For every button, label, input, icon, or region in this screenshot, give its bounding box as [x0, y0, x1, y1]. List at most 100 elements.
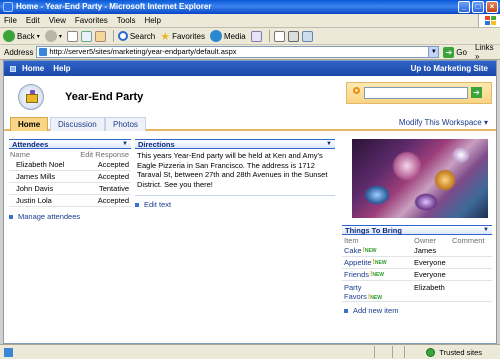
attendee-name[interactable]: Elizabeth Noel — [9, 160, 71, 169]
up-to-site-link[interactable]: Up to Marketing Site — [411, 64, 488, 73]
modify-workspace-menu[interactable]: Modify This Workspace ▾ — [399, 118, 488, 127]
table-row: Appetite !NEW Everyone — [342, 257, 492, 269]
attendees-title[interactable]: Attendees ▼ — [9, 139, 131, 149]
table-row: Cake !NEW James — [342, 245, 492, 257]
close-button[interactable]: × — [486, 1, 498, 13]
history-icon[interactable] — [250, 30, 262, 42]
things-title[interactable]: Things To Bring ▼ — [342, 225, 492, 235]
item-appetite-link[interactable]: Appetite !NEW — [342, 258, 414, 267]
webpart-menu-icon[interactable]: ▼ — [122, 140, 128, 149]
attendee-name[interactable]: James Mills — [9, 172, 71, 181]
table-row: John Davis Tentative — [9, 183, 131, 195]
tab-bar: Home Discussion Photos Modify This Works… — [4, 116, 496, 131]
bullet-icon — [135, 202, 139, 207]
webpart-menu-icon[interactable]: ▼ — [326, 140, 332, 149]
webpart-menu-icon[interactable]: ▼ — [483, 226, 489, 235]
new-badge: !NEW — [372, 259, 387, 266]
go-button[interactable]: ➔ Go — [443, 46, 467, 58]
print-icon[interactable] — [287, 30, 299, 42]
media-icon — [209, 30, 222, 42]
status-bar: Trusted sites — [0, 344, 500, 359]
media-button[interactable]: Media — [209, 30, 246, 42]
back-button[interactable]: Back ▾ — [3, 30, 40, 42]
address-label: Address — [4, 47, 34, 57]
site-header: Year-End Party ➔ — [4, 76, 496, 116]
tab-photos[interactable]: Photos — [105, 117, 146, 131]
menu-favorites[interactable]: Favorites — [75, 16, 108, 25]
tab-home[interactable]: Home — [10, 117, 49, 131]
nav-home-link[interactable]: Home — [22, 64, 44, 73]
edit-icon[interactable] — [301, 30, 313, 42]
item-owner: James — [414, 246, 437, 255]
search-box: ➔ — [346, 82, 492, 104]
manage-attendees-link[interactable]: Manage attendees — [9, 212, 131, 221]
attendee-response: Accepted — [97, 160, 129, 169]
stop-icon[interactable] — [66, 30, 78, 42]
nav-help-link[interactable]: Help — [53, 64, 70, 73]
home-icon[interactable] — [94, 30, 106, 42]
col-owner[interactable]: Owner — [414, 236, 452, 245]
site-title: Year-End Party — [65, 91, 144, 103]
address-input[interactable]: http://server5/sites/marketing/year-endp… — [36, 46, 430, 58]
attendees-webpart: Attendees ▼ Name Edit Response Elizabeth… — [9, 139, 131, 221]
browser-toolbar: Back ▾ ▾ Search ★ Favorites Media — [0, 28, 500, 45]
attendee-response: Tentative — [98, 184, 129, 193]
menu-file[interactable]: File — [4, 16, 17, 25]
menu-edit[interactable]: Edit — [26, 16, 40, 25]
page-icon — [39, 48, 48, 56]
search-go-button[interactable]: ➔ — [471, 87, 482, 98]
window-title: Home - Year-End Party - Microsoft Intern… — [16, 2, 212, 11]
item-cake-link[interactable]: Cake !NEW — [342, 246, 414, 255]
trusted-sites-icon — [426, 347, 436, 357]
item-party-favors-link[interactable]: Party Favors!NEW — [342, 283, 414, 303]
edit-text-link[interactable]: Edit text — [135, 200, 335, 209]
item-friends-link[interactable]: Friends !NEW — [342, 270, 414, 279]
table-row: Party Favors!NEW Elizabeth — [342, 281, 492, 302]
menu-tools[interactable]: Tools — [117, 16, 136, 25]
refresh-icon[interactable] — [80, 30, 92, 42]
window-titlebar: Home - Year-End Party - Microsoft Intern… — [0, 0, 500, 14]
attendee-name[interactable]: Justin Lola — [9, 196, 71, 205]
menu-view[interactable]: View — [49, 16, 66, 25]
attendee-response: Accepted — [97, 172, 129, 181]
search-icon — [117, 31, 128, 41]
item-owner: Everyone — [414, 258, 446, 267]
back-arrow-icon — [3, 30, 15, 42]
col-response[interactable]: Edit Response — [71, 150, 131, 159]
top-nav-bar: Home Help Up to Marketing Site — [4, 61, 496, 76]
directions-webpart: Directions ▼ This years Year-End party w… — [135, 139, 335, 209]
new-badge: !NEW — [367, 294, 382, 301]
go-arrow-icon: ➔ — [443, 46, 455, 58]
forward-arrow-icon — [44, 30, 57, 42]
directions-title[interactable]: Directions ▼ — [135, 139, 335, 149]
forward-button[interactable]: ▾ — [44, 30, 62, 42]
col-comment[interactable]: Comment — [452, 236, 492, 245]
minimize-button[interactable]: _ — [458, 1, 470, 13]
attendee-response: Accepted — [97, 196, 129, 205]
tab-discussion[interactable]: Discussion — [50, 117, 105, 131]
search-button[interactable]: Search — [117, 31, 155, 41]
mail-icon[interactable] — [273, 30, 285, 42]
search-input[interactable] — [364, 87, 468, 99]
col-name[interactable]: Name — [9, 150, 71, 159]
links-button[interactable]: Links » — [475, 43, 500, 61]
favorites-button[interactable]: ★ Favorites — [160, 30, 205, 43]
address-dropdown[interactable]: ▼ — [429, 46, 440, 58]
page-status-icon — [4, 347, 13, 357]
magnifier-icon — [353, 87, 360, 94]
menu-help[interactable]: Help — [144, 16, 160, 25]
col-item[interactable]: Item — [342, 236, 414, 245]
add-new-item-link[interactable]: Add new item — [342, 306, 492, 315]
address-bar: Address http://server5/sites/marketing/y… — [0, 43, 500, 61]
attendee-name[interactable]: John Davis — [9, 184, 71, 193]
nav-grid-icon — [10, 65, 16, 72]
things-header: Item Owner Comment — [342, 235, 492, 245]
windows-logo-icon — [478, 14, 500, 27]
new-badge: !NEW — [370, 271, 385, 278]
table-row: Justin Lola Accepted — [9, 195, 131, 207]
directions-text: This years Year-End party will be held a… — [135, 149, 335, 196]
menu-bar: File Edit View Favorites Tools Help — [0, 14, 500, 28]
table-row: Friends !NEW Everyone — [342, 269, 492, 281]
maximize-button[interactable]: □ — [472, 1, 484, 13]
star-icon: ★ — [160, 30, 171, 43]
